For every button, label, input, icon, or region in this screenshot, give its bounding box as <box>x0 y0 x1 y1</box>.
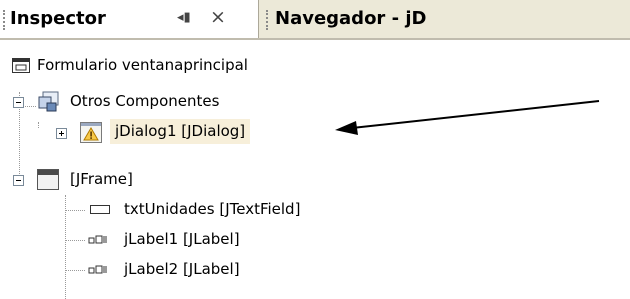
pointer-arrow-icon <box>335 100 600 135</box>
